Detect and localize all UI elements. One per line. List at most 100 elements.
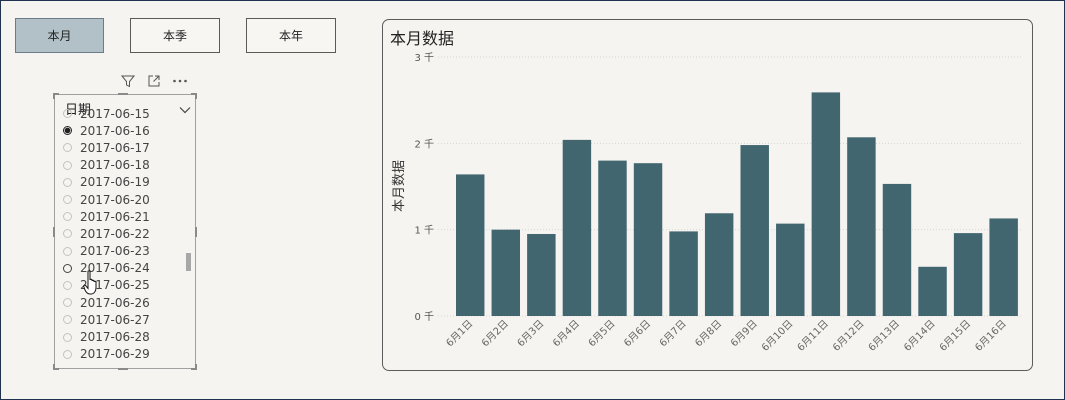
bar — [989, 218, 1018, 316]
resize-handle[interactable] — [53, 93, 55, 99]
slicer-item[interactable]: 2017-06-16 — [63, 122, 178, 139]
slicer-item[interactable]: 2017-06-29 — [63, 346, 178, 363]
x-tick-label: 6月13日 — [866, 318, 902, 354]
bar — [847, 137, 876, 316]
date-slicer[interactable]: 日期 2017-06-15 2017-06-16 2017-06-17 2017-06… — [54, 94, 196, 369]
x-tick-label: 6月12日 — [830, 318, 866, 354]
x-tick-label: 6月16日 — [973, 318, 1009, 354]
bar — [527, 233, 556, 316]
slicer-item[interactable]: 2017-06-15 — [63, 105, 178, 122]
slicer-item-label: 2017-06-18 — [80, 158, 150, 173]
slicer-item-label: 2017-06-15 — [80, 106, 150, 121]
y-tick-label: 2 千 — [414, 138, 434, 150]
radio-button[interactable] — [63, 143, 72, 153]
bar — [704, 213, 734, 316]
slicer-scrollbar[interactable] — [186, 253, 191, 271]
radio-button[interactable] — [63, 160, 72, 170]
bar — [669, 231, 698, 316]
radio-button[interactable] — [63, 177, 72, 187]
slicer-item[interactable]: 2017-06-23 — [63, 243, 178, 260]
resize-handle[interactable] — [195, 93, 197, 99]
y-tick-label: 3 千 — [414, 52, 434, 64]
bar — [456, 174, 485, 316]
radio-button[interactable] — [63, 280, 72, 290]
slicer-item[interactable]: 2017-06-26 — [63, 294, 178, 311]
radio-button[interactable] — [63, 349, 72, 359]
radio-button[interactable] — [63, 212, 72, 222]
slicer-item-label: 2017-06-21 — [80, 209, 150, 224]
x-tick-label: 6月15日 — [937, 318, 973, 354]
filter-icon[interactable] — [117, 71, 139, 91]
x-tick-label: 6月6日 — [622, 318, 654, 350]
slicer-item-label: 2017-06-27 — [80, 312, 150, 327]
x-tick-label: 6月2日 — [479, 318, 511, 350]
bar — [598, 160, 627, 316]
resize-handle[interactable] — [53, 364, 55, 370]
radio-button[interactable] — [63, 126, 72, 136]
slicer-item[interactable]: 2017-06-25 — [63, 277, 178, 294]
x-tick-label: 6月1日 — [444, 318, 476, 350]
bar — [953, 233, 983, 316]
x-tick-label: 6月8日 — [693, 318, 725, 350]
button-this-month[interactable]: 本月 — [15, 18, 104, 53]
y-tick-label: 1 千 — [414, 225, 434, 237]
slicer-item-label: 2017-06-28 — [80, 330, 150, 345]
resize-handle[interactable] — [53, 227, 55, 237]
radio-button[interactable] — [63, 246, 72, 256]
slicer-item[interactable]: 2017-06-22 — [63, 225, 178, 242]
hand-pointer-icon — [83, 270, 101, 300]
report-canvas: 本月 本季 本年 日期 2017-06-15 2017-06-16 2017-06-… — [0, 0, 1065, 400]
bar — [740, 145, 769, 316]
radio-button[interactable] — [63, 195, 72, 205]
chart-card[interactable]: 本月数据 0 千 1 千 2 千 3 千本月数据 6月1日 6月2日 6月3日 6月4日 6月5… — [382, 19, 1033, 371]
x-tick-label: 6月10日 — [759, 318, 795, 354]
bar-chart: 0 千 1 千 2 千 3 千本月数据 6月1日 6月2日 6月3日 6月4日 6月5日 6月6日… — [392, 52, 1021, 354]
slicer-item[interactable]: 2017-06-21 — [63, 208, 178, 225]
resize-handle[interactable] — [195, 227, 197, 237]
bar — [633, 163, 663, 316]
slicer-item-label: 2017-06-19 — [80, 175, 150, 190]
slicer-item[interactable]: 2017-06-18 — [63, 157, 178, 174]
bar — [918, 266, 947, 316]
bar — [776, 223, 805, 316]
x-tick-label: 6月9日 — [728, 318, 760, 350]
radio-button[interactable] — [63, 109, 72, 119]
x-tick-label: 6月14日 — [902, 318, 938, 354]
bar — [491, 229, 521, 316]
focus-mode-icon[interactable] — [143, 71, 165, 91]
resize-handle[interactable] — [195, 364, 197, 370]
radio-button[interactable] — [63, 298, 72, 308]
button-this-quarter[interactable]: 本季 — [130, 18, 220, 53]
bar — [882, 183, 912, 316]
slicer-item[interactable]: 2017-06-19 — [63, 174, 178, 191]
slicer-item-label: 2017-06-20 — [80, 192, 150, 207]
x-tick-label: 6月11日 — [795, 318, 831, 354]
radio-button[interactable] — [63, 229, 72, 239]
more-options-icon[interactable] — [169, 71, 191, 91]
slicer-item[interactable]: 2017-06-20 — [63, 191, 178, 208]
slicer-item-label: 2017-06-17 — [80, 140, 150, 155]
y-axis-title: 本月数据 — [392, 160, 407, 212]
slicer-item[interactable]: 2017-06-24 — [63, 260, 178, 277]
chevron-down-icon[interactable] — [179, 99, 191, 118]
resize-handle[interactable] — [118, 93, 128, 95]
slicer-list: 2017-06-15 2017-06-16 2017-06-17 2017-06-18… — [63, 105, 178, 363]
x-tick-label: 6月7日 — [657, 318, 689, 350]
radio-button[interactable] — [63, 263, 72, 273]
resize-handle[interactable] — [118, 368, 128, 370]
slicer-item[interactable]: 2017-06-17 — [63, 139, 178, 156]
slicer-item-label: 2017-06-29 — [80, 347, 150, 362]
bar — [562, 139, 592, 316]
x-tick-label: 6月5日 — [586, 318, 618, 350]
slicer-item[interactable]: 2017-06-28 — [63, 328, 178, 345]
x-tick-label: 6月4日 — [550, 318, 582, 350]
bar — [811, 92, 841, 316]
slicer-item-label: 2017-06-16 — [80, 123, 150, 138]
x-tick-label: 6月3日 — [515, 318, 547, 350]
y-tick-label: 0 千 — [414, 311, 434, 323]
button-this-year[interactable]: 本年 — [246, 18, 336, 53]
radio-button[interactable] — [63, 315, 72, 325]
slicer-toolbar — [117, 71, 191, 91]
slicer-item[interactable]: 2017-06-27 — [63, 311, 178, 328]
radio-button[interactable] — [63, 332, 72, 342]
